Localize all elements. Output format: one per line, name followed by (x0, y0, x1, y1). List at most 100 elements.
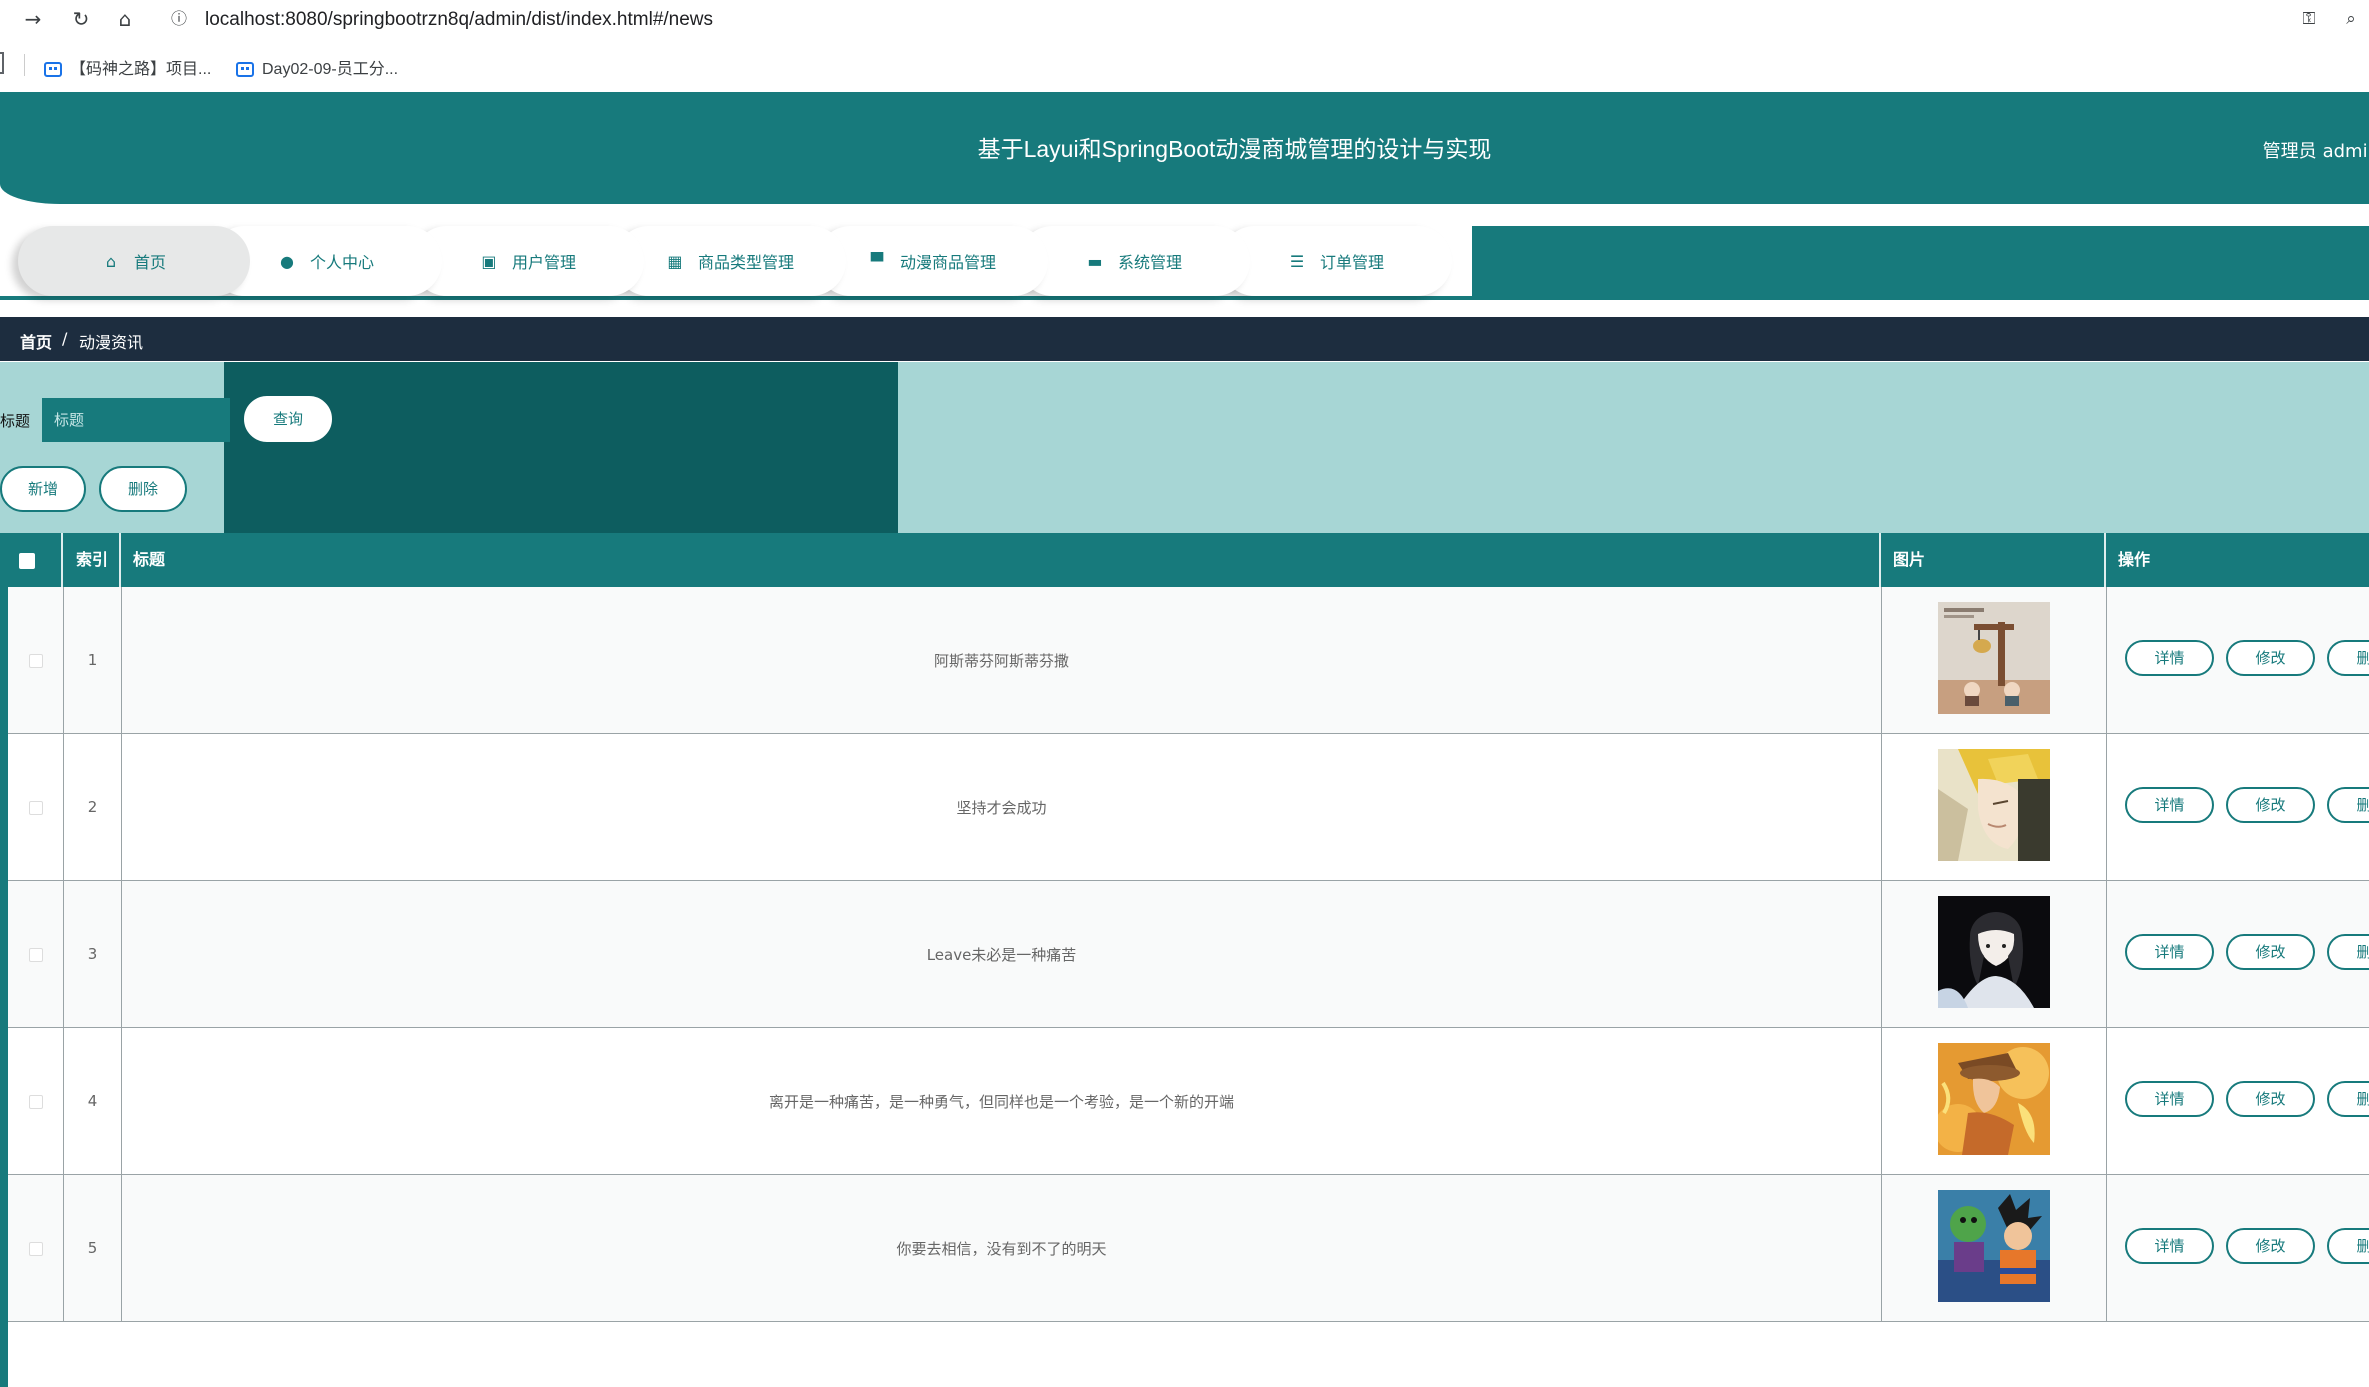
briefcase-icon: ▬ (1087, 251, 1103, 271)
table-row: 1 阿斯蒂芬阿斯蒂芬撒 详情 修改 删 (8, 587, 2369, 734)
apps-icon[interactable] (0, 52, 4, 74)
reload-icon[interactable]: ↻ (70, 8, 92, 30)
breadcrumb: 首页 / 动漫资讯 (0, 317, 2369, 361)
title-search-input[interactable] (42, 398, 230, 442)
paint-roller-icon: ▀ (870, 251, 884, 271)
home-icon[interactable]: ⌂ (114, 8, 136, 30)
row-delete-button[interactable]: 删除 (2327, 787, 2369, 823)
url-text[interactable]: localhost:8080/springbootrzn8q/admin/dis… (205, 9, 713, 31)
row-select-cell (8, 587, 64, 733)
query-button[interactable]: 查询 (244, 396, 332, 442)
row-delete-button[interactable]: 删除 (2327, 640, 2369, 676)
edit-button[interactable]: 修改 (2226, 787, 2315, 823)
row-checkbox[interactable] (29, 1095, 43, 1109)
bookmark-item[interactable]: 【码神之路】项目... (44, 55, 211, 79)
clipboard-icon: ▣ (481, 251, 497, 271)
home-icon: ⌂ (105, 251, 117, 271)
row-select-cell (8, 881, 64, 1027)
edit-button[interactable]: 修改 (2226, 934, 2315, 970)
detail-button[interactable]: 详情 (2125, 1228, 2214, 1264)
row-checkbox[interactable] (29, 654, 43, 668)
row-checkbox[interactable] (29, 948, 43, 962)
search-panel-dark-block (224, 362, 898, 533)
dark-haired-anime-girl-image (1938, 896, 2050, 1008)
row-title: 坚持才会成功 (122, 734, 1882, 880)
detail-button[interactable]: 详情 (2125, 640, 2214, 676)
nav-item-orders[interactable]: ☰ 订单管理 (1220, 226, 1452, 296)
row-index: 3 (64, 881, 122, 1027)
browser-address-bar: → ↻ ⌂ ⓘ localhost:8080/springbootrzn8q/a… (0, 0, 2369, 40)
select-all-checkbox[interactable] (19, 553, 35, 569)
table-row: 3 Leave未必是一种痛苦 详情 修改 删 (8, 881, 2369, 1028)
detail-button[interactable]: 详情 (2125, 934, 2214, 970)
nav-item-anime-products[interactable]: ▀ 动漫商品管理 (816, 226, 1048, 296)
add-button[interactable]: 新增 (0, 466, 86, 512)
blonde-anime-character-image (1938, 749, 2050, 861)
app-header: 基于Layui和SpringBoot动漫商城管理的设计与实现 管理员admin (0, 92, 2369, 204)
edit-button[interactable]: 修改 (2226, 1081, 2315, 1117)
nav-item-product-types[interactable]: ▦ 商品类型管理 (614, 226, 846, 296)
detail-button[interactable]: 详情 (2125, 787, 2214, 823)
row-image-cell (1882, 1175, 2107, 1321)
row-image-cell (1882, 587, 2107, 733)
user-role: 管理员 (2262, 141, 2317, 162)
row-checkbox[interactable] (29, 801, 43, 815)
row-select-cell (8, 1175, 64, 1321)
detail-button[interactable]: 详情 (2125, 1081, 2214, 1117)
breadcrumb-current: 动漫资讯 (79, 333, 144, 352)
sliders-icon: ☰ (1289, 251, 1305, 271)
breadcrumb-home[interactable]: 首页 (20, 329, 52, 353)
header-image: 图片 (1881, 533, 2106, 587)
nav-container: ☰ 订单管理 ▬ 系统管理 ▀ 动漫商品管理 ▦ 商品类型管理 ▣ 用户管理 ● 个人中心 … (0, 226, 1472, 296)
table-row: 5 你要去相信，没有到不了的明天 详情 修改 删 (8, 1175, 2369, 1322)
row-select-cell (8, 1028, 64, 1174)
app-title: 基于Layui和SpringBoot动漫商城管理的设计与实现 (977, 136, 1492, 162)
row-delete-button[interactable]: 删除 (2327, 1228, 2369, 1264)
row-image-cell (1882, 1028, 2107, 1174)
zoom-icon[interactable]: ⌕ (2340, 8, 2362, 30)
bookmark-item[interactable]: Day02-09-员工分... (236, 55, 398, 79)
header-action: 操作 (2118, 550, 2151, 569)
bookmarks-bar: 【码神之路】项目... Day02-09-员工分... (0, 40, 2369, 92)
site-info-icon[interactable]: ⓘ (168, 8, 190, 30)
figurine-scene-image (1938, 602, 2050, 714)
user-name: admin (2322, 141, 2369, 162)
row-index: 1 (64, 587, 122, 733)
row-checkbox[interactable] (29, 1242, 43, 1256)
row-image-cell (1882, 881, 2107, 1027)
row-delete-button[interactable]: 删除 (2327, 1081, 2369, 1117)
row-title: 阿斯蒂芬阿斯蒂芬撒 (122, 587, 1882, 733)
search-panel: 标题 查询 新增 删除 (0, 362, 2369, 533)
key-icon[interactable]: ⚿ (2298, 8, 2320, 30)
row-actions: 详情 修改 删除 (2107, 1175, 2369, 1321)
breadcrumb-separator: / (62, 329, 68, 348)
bookmark-divider (24, 54, 25, 76)
row-select-cell (8, 734, 64, 880)
edit-button[interactable]: 修改 (2226, 640, 2315, 676)
bilibili-icon (44, 62, 62, 78)
dragon-ball-characters-image (1938, 1190, 2050, 1302)
row-actions: 详情 修改 删除 (2107, 881, 2369, 1027)
delete-button[interactable]: 删除 (99, 466, 187, 512)
row-actions: 详情 修改 删除 (2107, 587, 2369, 733)
bilibili-icon (236, 62, 254, 78)
table-row: 2 坚持才会成功 详情 修改 删 (8, 734, 2369, 881)
main-nav: ☰ 订单管理 ▬ 系统管理 ▀ 动漫商品管理 ▦ 商品类型管理 ▣ 用户管理 ● 个人中心 … (0, 226, 2369, 300)
row-index: 2 (64, 734, 122, 880)
nav-item-home[interactable]: ⌂ 首页 (18, 226, 250, 296)
current-user[interactable]: 管理员admin (2263, 137, 2369, 163)
forward-icon[interactable]: → (22, 8, 44, 30)
edit-button[interactable]: 修改 (2226, 1228, 2315, 1264)
header-select-all-cell (0, 533, 63, 587)
title-filter-label: 标题 (0, 412, 31, 430)
row-image-cell (1882, 734, 2107, 880)
table-header: 索引 标题 图片 操作 (0, 533, 2369, 587)
fire-anime-character-image (1938, 1043, 2050, 1155)
table-row: 4 离开是一种痛苦，是一种勇气，但同样也是一个考验，是一个新的开端 详情 修改 … (8, 1028, 2369, 1175)
nav-item-users[interactable]: ▣ 用户管理 (412, 226, 644, 296)
row-index: 5 (64, 1175, 122, 1321)
nav-item-system[interactable]: ▬ 系统管理 (1018, 226, 1250, 296)
row-delete-button[interactable]: 删除 (2327, 934, 2369, 970)
row-actions: 详情 修改 删除 (2107, 1028, 2369, 1174)
table-left-accent (0, 587, 8, 1387)
